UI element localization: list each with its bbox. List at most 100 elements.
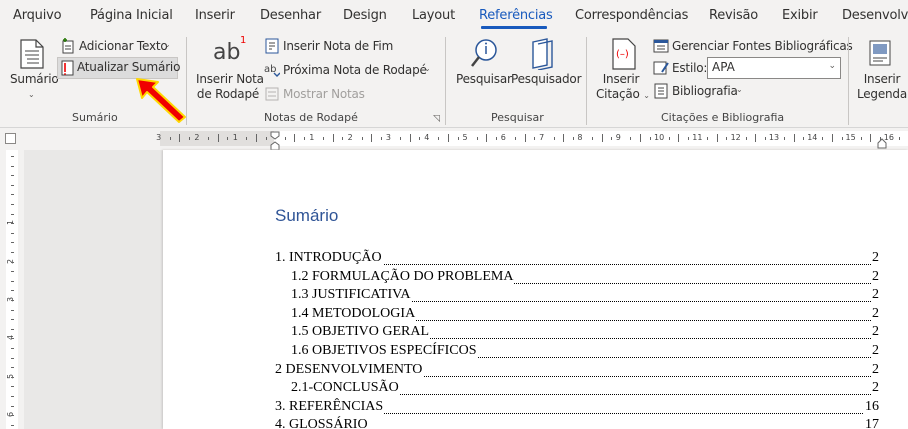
ruler-tick [668, 137, 670, 140]
group-divider [848, 37, 849, 125]
ruler-tick [332, 134, 334, 142]
toc-entry[interactable]: 1. INTRODUÇÃO 2 [275, 250, 879, 268]
vertical-ruler-tick [11, 271, 14, 273]
ruler-tick [688, 137, 689, 140]
ruler-tick [649, 137, 651, 140]
ruler-tick [457, 137, 459, 140]
chevron-down-icon[interactable]: ⌄ [736, 85, 743, 94]
atualizar-sumario-label[interactable]: Atualizar Sumário [77, 60, 180, 74]
pesquisar-button[interactable]: Pesquisar [456, 72, 512, 86]
document-title[interactable]: Sumário [275, 206, 338, 226]
adicionar-texto-button[interactable]: Adicionar Texto [79, 39, 168, 53]
tab-inserir[interactable]: Inserir [195, 8, 235, 23]
proxima-nota-rodape-button[interactable]: Próxima Nota de Rodapé [283, 63, 427, 77]
toc-entry[interactable]: 2.1-CONCLUSÃO 2 [291, 380, 879, 398]
dialog-launcher-icon[interactable]: ◹ [433, 114, 440, 124]
vertical-ruler-tick [11, 415, 14, 417]
manage-sources-icon [653, 38, 669, 58]
tab-selector[interactable] [5, 133, 16, 144]
toc-entry[interactable]: 1.3 JUSTIFICATIVA 2 [291, 287, 879, 305]
vertical-ruler-tick [11, 386, 14, 388]
mostrar-notas-button[interactable]: Mostrar Notas [283, 87, 365, 101]
footnote-ab-icon[interactable]: ab [213, 40, 240, 65]
show-notes-icon [265, 86, 279, 105]
ruler-tick [342, 137, 344, 140]
tab-exibir[interactable]: Exibir [782, 8, 818, 23]
toc-page-number: 2 [871, 250, 879, 266]
ruler-tick [860, 137, 862, 140]
inserir-legenda-line2: Legenda [856, 87, 908, 101]
inserir-citacao-button[interactable]: Inserir Citação ⌄ [596, 72, 650, 103]
tab-arquivo[interactable]: Arquivo [13, 8, 62, 23]
svg-text:(–): (–) [616, 49, 629, 60]
ruler-tick [448, 134, 449, 142]
ruler-tick [870, 134, 872, 142]
toc-entry[interactable]: 1.4 METODOLOGIA 2 [291, 305, 879, 324]
toc-page-number: 16 [864, 398, 879, 415]
vertical-ruler-tick [11, 280, 14, 282]
ruler-tick [630, 137, 632, 140]
ruler-number: 4 [424, 133, 430, 142]
chevron-down-icon[interactable]: ⌄ [28, 90, 35, 99]
tab-desenhar[interactable]: Desenhar [260, 8, 321, 23]
add-text-icon [60, 38, 76, 58]
search-icon[interactable] [470, 38, 498, 74]
ruler-tick [572, 137, 574, 140]
pesquisador-button[interactable]: Pesquisador [511, 72, 582, 86]
estilo-dropdown[interactable]: APA ⌄ [707, 57, 841, 79]
ruler-number: 2 [347, 133, 353, 142]
vertical-ruler-tick [11, 156, 14, 157]
estilo-label: Estilo: [672, 61, 708, 75]
inserir-citacao-line2: Citação [596, 87, 640, 101]
gerenciar-fontes-button[interactable]: Gerenciar Fontes Bibliográficas [672, 39, 853, 53]
toc-entry[interactable]: 1.5 OBJETIVO GERAL 2 [291, 324, 879, 342]
ruler-tick [803, 137, 805, 140]
ruler-tick [217, 134, 219, 142]
tab-pagina-inicial[interactable]: Página Inicial [90, 8, 173, 23]
ruler-tick [841, 137, 843, 140]
researcher-icon[interactable] [530, 38, 556, 74]
group-label-citacoes: Citações e Bibliografia [661, 111, 785, 124]
endnote-icon [264, 38, 280, 58]
toc-entry[interactable]: 1.6 OBJETIVOS ESPECÍFICOS 2 [291, 343, 879, 361]
table-of-contents-icon[interactable] [20, 39, 44, 73]
inserir-nota-fim-button[interactable]: Inserir Nota de Fim [283, 39, 393, 53]
tab-correspondencias[interactable]: Correspondências [575, 8, 688, 23]
ruler-tick [640, 134, 641, 142]
insert-caption-icon[interactable] [868, 39, 892, 71]
inserir-legenda-button[interactable]: Inserir Legenda [856, 72, 908, 102]
ruler-tick [323, 137, 325, 140]
ruler-number: 2 [194, 133, 200, 142]
toc-page-number: 2 [871, 380, 879, 397]
tab-design[interactable]: Design [343, 8, 387, 23]
chevron-down-icon[interactable]: ⌄ [643, 91, 650, 100]
toc-entry[interactable]: 3. REFERÊNCIAS 16 [275, 398, 879, 417]
toc-entry[interactable]: 2 DESENVOLVIMENTO 2 [275, 361, 879, 380]
ruler-tick [284, 137, 286, 140]
tab-desenvolvedor[interactable]: Desenvolve [842, 8, 908, 23]
ruler-tick [256, 134, 257, 142]
sumario-button-label[interactable]: Sumário [10, 72, 59, 86]
inserir-nota-rodape-button[interactable]: Inserir Nota de Rodapé [196, 72, 264, 102]
tab-revisao[interactable]: Revisão [709, 8, 758, 23]
ruler-tick [515, 137, 517, 140]
ruler-tick [563, 134, 565, 142]
ruler-number: 13 [768, 133, 780, 142]
ruler-number: 7 [539, 133, 545, 142]
ruler-tick [678, 134, 680, 142]
inserir-citacao-line1: Inserir [602, 72, 640, 86]
chevron-down-icon[interactable]: ⌄ [164, 40, 171, 49]
ruler-tick [611, 137, 613, 140]
bibliografia-button[interactable]: Bibliografia [672, 84, 738, 98]
vertical-ruler-tick [11, 396, 14, 397]
tab-referencias[interactable]: Referências [479, 8, 553, 23]
toc-entry[interactable]: 4. GLOSSÁRIO 17 [275, 417, 879, 429]
ruler-tick [496, 137, 497, 140]
vertical-ruler-tick [11, 252, 14, 253]
toc-page-number: 2 [871, 324, 879, 341]
chevron-down-icon[interactable]: ⌄ [424, 64, 431, 73]
toc-entry[interactable]: 1.2 FORMULAÇÃO DO PROBLEMA 2 [291, 268, 879, 287]
ruler-tick [755, 134, 757, 142]
tab-layout[interactable]: Layout [412, 8, 455, 23]
insert-citation-icon[interactable]: (–) [611, 38, 637, 74]
